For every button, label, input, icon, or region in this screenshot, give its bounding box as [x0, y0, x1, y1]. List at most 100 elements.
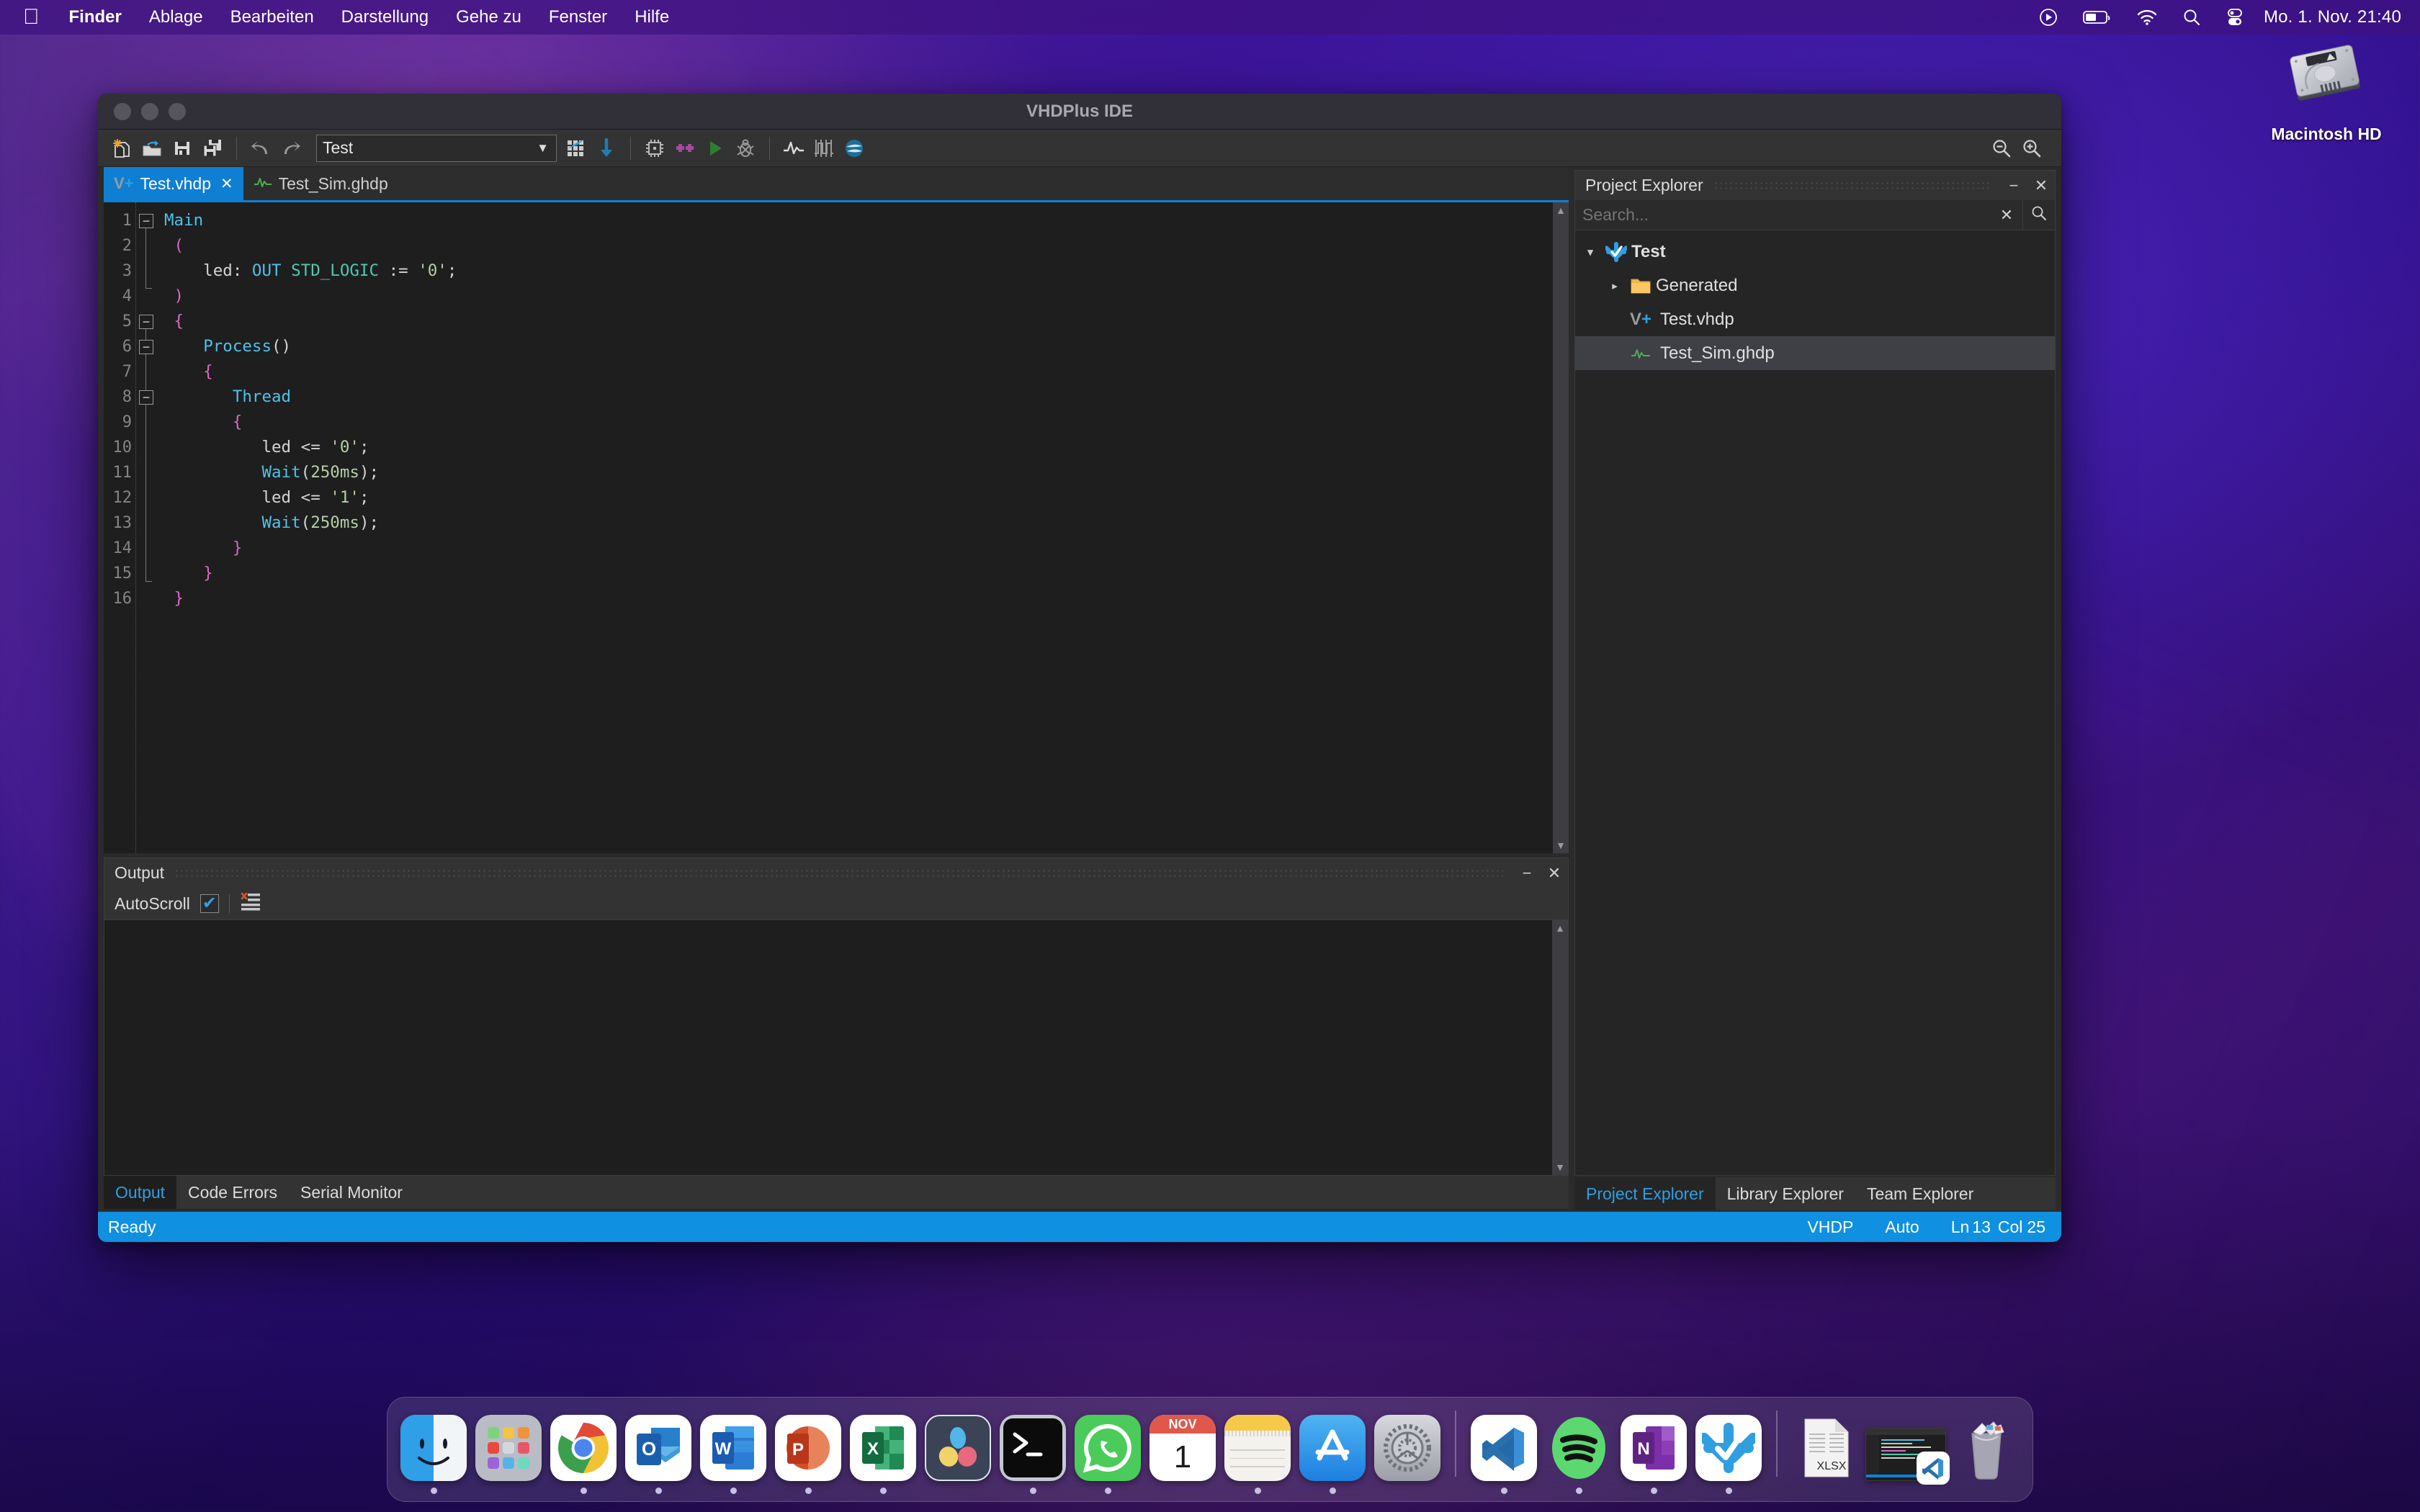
tab-output[interactable]: Output	[104, 1176, 177, 1209]
wifi-icon[interactable]	[2124, 9, 2170, 26]
tree-node-generated[interactable]: ▸ Generated	[1575, 269, 2055, 302]
open-file-button[interactable]	[137, 132, 167, 164]
project-explorer-close-button[interactable]: ✕	[2027, 176, 2055, 195]
simulation-button[interactable]	[779, 132, 809, 164]
output-panel-drag-grip[interactable]	[174, 868, 1503, 878]
editor-fold-column[interactable]: − − − −	[135, 202, 157, 853]
scroll-up-arrow-icon[interactable]: ▲	[1553, 202, 1569, 218]
tree-node-label: Test_Sim.ghdp	[1660, 343, 1775, 363]
clear-output-icon[interactable]	[240, 892, 261, 915]
output-console[interactable]: ▲ ▼	[104, 919, 1569, 1176]
menu-item-finder[interactable]: Finder	[55, 0, 135, 35]
output-scroll-up-arrow-icon[interactable]: ▲	[1552, 920, 1568, 936]
project-explorer-drag-grip[interactable]	[1713, 180, 1990, 191]
dock-item-spotify[interactable]	[1541, 1415, 1616, 1494]
search-icon[interactable]	[2170, 8, 2213, 27]
status-col-label: Col	[1997, 1217, 2023, 1236]
maximize-window-button[interactable]	[169, 102, 186, 120]
screen-record-icon[interactable]	[2026, 7, 2071, 27]
waveform-button[interactable]	[809, 132, 839, 164]
fold-toggle-line-8[interactable]: −	[139, 390, 153, 405]
tab-code-errors[interactable]: Code Errors	[176, 1176, 289, 1209]
dock-item-calendar[interactable]: NOV 1	[1145, 1415, 1220, 1494]
dock-item-trash[interactable]	[1949, 1415, 2024, 1494]
undo-button[interactable]	[246, 132, 276, 164]
dock-item-whatsapp[interactable]	[1070, 1415, 1145, 1494]
dock-item-onenote[interactable]: N	[1616, 1415, 1691, 1494]
search-clear-icon[interactable]: ✕	[1991, 206, 2022, 225]
tree-node-test[interactable]: ▾ Test	[1575, 235, 2055, 269]
close-window-button[interactable]	[114, 102, 131, 120]
dock-item-vscode-window[interactable]	[1863, 1428, 1950, 1494]
dock-item-vhdplus[interactable]	[1691, 1415, 1766, 1494]
search-input[interactable]	[1575, 205, 1991, 225]
project-select[interactable]: Test ▼	[316, 134, 557, 162]
dock-item-chrome[interactable]	[546, 1415, 621, 1494]
menu-item-gehe-zu[interactable]: Gehe zu	[442, 0, 535, 35]
fpga-button[interactable]	[640, 132, 670, 164]
dock-item-word[interactable]: W	[696, 1415, 771, 1494]
expand-arrow-icon[interactable]: ▾	[1579, 246, 1601, 258]
editor-code-content[interactable]: Main ( led: OUT STD_LOGIC := '0'; ) { Pr…	[157, 202, 1553, 853]
dock-item-powerpoint[interactable]: P	[771, 1415, 846, 1494]
battery-icon[interactable]	[2071, 9, 2124, 25]
zoom-in-icon[interactable]	[2017, 132, 2047, 164]
debug-button[interactable]	[730, 132, 761, 164]
desktop-icon-macintosh-hd[interactable]: Macintosh HD	[2254, 42, 2398, 144]
dock-item-app-store[interactable]	[1295, 1415, 1370, 1494]
extensions-button[interactable]	[670, 132, 700, 164]
dock-item-excel[interactable]: X	[846, 1415, 920, 1494]
run-button[interactable]	[700, 132, 730, 164]
dock-item-xlsx-file[interactable]: XLSX	[1788, 1415, 1863, 1494]
save-all-button[interactable]	[197, 132, 228, 164]
new-file-button[interactable]	[107, 132, 137, 164]
tree-node-test-sim-ghdp[interactable]: Test_Sim.ghdp	[1575, 336, 2055, 370]
tab-library-explorer[interactable]: Library Explorer	[1716, 1177, 1855, 1210]
tab-test-vhdp[interactable]: V+ Test.vhdp ✕	[104, 167, 243, 200]
magnifier-icon[interactable]	[2023, 204, 2055, 226]
dock-item-davinci-resolve[interactable]	[920, 1415, 995, 1494]
tab-test-sim-ghdp[interactable]: Test_Sim.ghdp	[243, 167, 398, 200]
dock-item-notes[interactable]	[1220, 1415, 1295, 1494]
zoom-out-icon[interactable]	[1986, 132, 2017, 164]
tab-close-icon[interactable]: ✕	[220, 175, 233, 193]
control-center-icon[interactable]	[2213, 8, 2257, 27]
code-editor[interactable]: 1 2 3 4 5 6 7 8 9 10 11 12 13 14 15 16 −…	[104, 200, 1569, 853]
output-scrollbar[interactable]: ▲ ▼	[1552, 920, 1568, 1175]
menu-item-ablage[interactable]: Ablage	[135, 0, 217, 35]
tab-project-explorer[interactable]: Project Explorer	[1574, 1177, 1716, 1210]
output-close-button[interactable]: ✕	[1541, 864, 1568, 883]
menu-item-darstellung[interactable]: Darstellung	[328, 0, 442, 35]
tab-serial-monitor[interactable]: Serial Monitor	[289, 1176, 414, 1209]
expand-arrow-icon[interactable]: ▸	[1604, 279, 1626, 292]
window-title-bar[interactable]: VHDPlus IDE	[98, 94, 2061, 130]
scroll-down-arrow-icon[interactable]: ▼	[1553, 837, 1569, 853]
output-minimize-button[interactable]: −	[1513, 864, 1541, 883]
menu-bar-clock[interactable]: Mo. 1. Nov. 21:40	[2257, 7, 2401, 27]
compile-button[interactable]	[561, 132, 591, 164]
dock-item-terminal[interactable]	[995, 1415, 1070, 1494]
fold-toggle-line-6[interactable]: −	[139, 340, 153, 354]
output-scroll-down-arrow-icon[interactable]: ▼	[1552, 1159, 1568, 1175]
program-button[interactable]	[591, 132, 622, 164]
dock-item-finder[interactable]	[396, 1415, 471, 1494]
menu-item-hilfe[interactable]: Hilfe	[621, 0, 683, 35]
minimize-window-button[interactable]	[141, 102, 158, 120]
fold-toggle-line-5[interactable]: −	[139, 315, 153, 329]
project-explorer-minimize-button[interactable]: −	[2000, 176, 2027, 195]
menu-item-fenster[interactable]: Fenster	[535, 0, 621, 35]
dock-item-outlook[interactable]: O	[621, 1415, 696, 1494]
editor-scrollbar[interactable]: ▲ ▼	[1553, 202, 1569, 853]
apple-logo-icon[interactable]: 	[16, 0, 55, 35]
autoscroll-checkbox[interactable]: ✔	[200, 894, 219, 913]
redo-button[interactable]	[276, 132, 306, 164]
dock-item-system-preferences[interactable]	[1370, 1415, 1445, 1494]
cloud-button[interactable]	[839, 132, 869, 164]
dock-item-vscode[interactable]	[1466, 1415, 1541, 1494]
tab-team-explorer[interactable]: Team Explorer	[1855, 1177, 1985, 1210]
dock-item-launchpad[interactable]	[471, 1415, 546, 1494]
menu-item-bearbeiten[interactable]: Bearbeiten	[217, 0, 328, 35]
tree-node-test-vhdp[interactable]: V+ Test.vhdp	[1575, 302, 2055, 336]
save-button[interactable]	[167, 132, 197, 164]
fold-toggle-line-1[interactable]: −	[139, 214, 153, 228]
